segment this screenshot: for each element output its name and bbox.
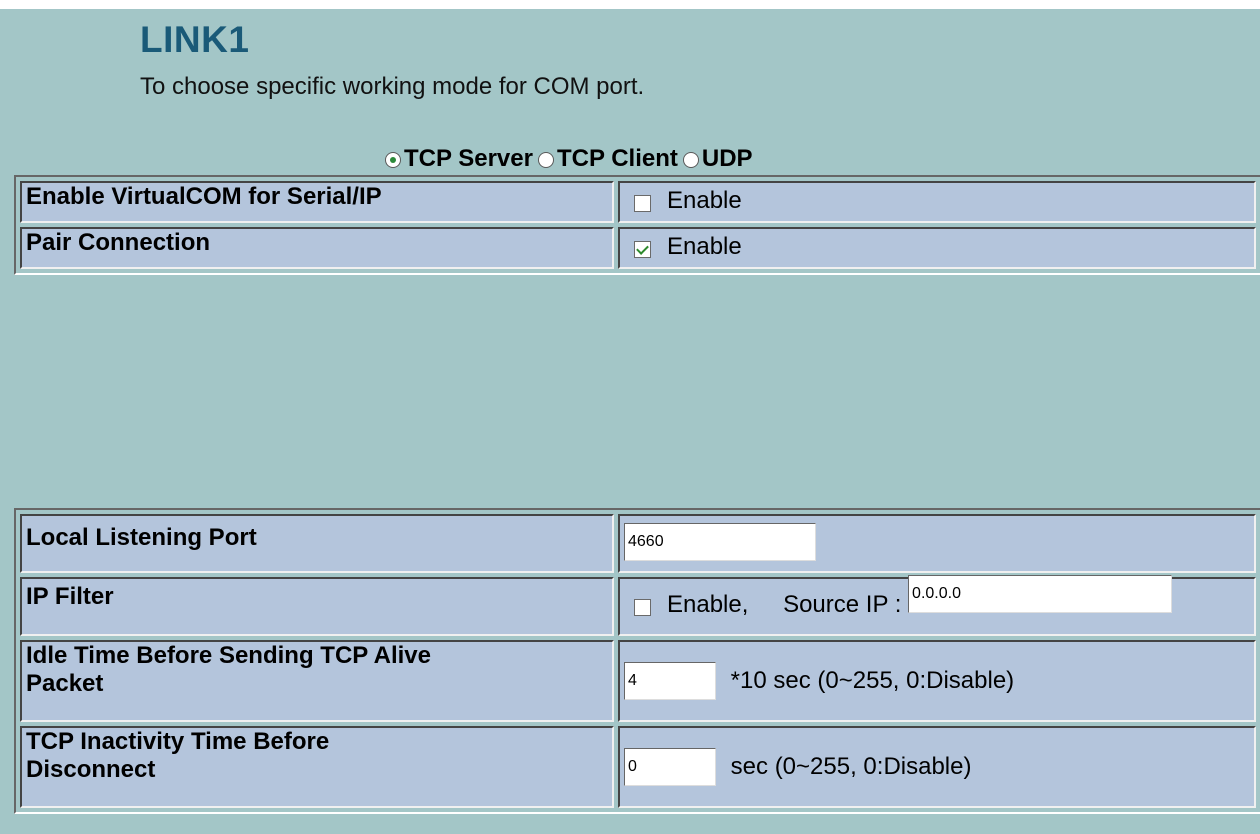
radio-tcp-client[interactable] — [537, 152, 554, 168]
ip-filter-checkbox[interactable] — [634, 599, 651, 617]
page-title: LINK1 — [140, 19, 250, 60]
table-row: Local Listening Port 4660 — [20, 514, 1256, 573]
ip-filter-checkbox-label: Enable, — [667, 591, 749, 619]
inactivity-label: TCP Inactivity Time Before Disconnect — [20, 726, 614, 808]
idle-time-input[interactable]: 4 — [624, 662, 716, 700]
pair-connection-cell: Enable — [618, 227, 1256, 269]
table-row: Idle Time Before Sending TCP Alive Packe… — [20, 640, 1256, 722]
pair-connection-label: Pair Connection — [20, 227, 614, 269]
virtualcom-label: Enable VirtualCOM for Serial/IP — [20, 181, 614, 223]
idle-time-cell: 4 *10 sec (0~255, 0:Disable) — [618, 640, 1256, 722]
virtualcom-checkbox[interactable] — [634, 195, 651, 212]
pair-connection-checkbox-label: Enable — [667, 233, 742, 260]
inactivity-input[interactable]: 0 — [624, 748, 716, 786]
idle-time-unit: *10 sec (0~255, 0:Disable) — [730, 667, 1015, 694]
local-port-input[interactable]: 4660 — [624, 523, 816, 561]
local-port-cell: 4660 — [618, 514, 1256, 573]
pair-connection-checkbox[interactable] — [634, 241, 651, 258]
inactivity-cell: 0 sec (0~255, 0:Disable) — [618, 726, 1256, 808]
table-row: IP Filter Enable, Source IP : 0.0.0.0 — [20, 575, 1256, 636]
settings-table-bottom: Local Listening Port 4660 IP Filter Enab… — [14, 508, 1260, 814]
inactivity-unit: sec (0~255, 0:Disable) — [730, 753, 972, 780]
idle-time-label: Idle Time Before Sending TCP Alive Packe… — [20, 640, 614, 722]
virtualcom-checkbox-label: Enable — [667, 187, 742, 214]
radio-tcp-server[interactable] — [385, 152, 401, 168]
source-ip-input[interactable]: 0.0.0.0 — [908, 575, 1173, 613]
virtualcom-cell: Enable — [618, 181, 1256, 223]
ip-filter-cell: Enable, Source IP : 0.0.0.0 — [618, 575, 1256, 636]
radio-tcp-client-label[interactable]: TCP Client — [557, 145, 678, 173]
source-ip-label: Source IP : — [783, 591, 902, 619]
radio-udp-label[interactable]: UDP — [702, 145, 753, 173]
page-subtitle: To choose specific working mode for COM … — [140, 73, 645, 100]
radio-tcp-server-label[interactable]: TCP Server — [404, 145, 533, 173]
page: LINK1 To choose specific working mode fo… — [0, 0, 1260, 834]
radio-udp[interactable] — [682, 152, 699, 168]
table-row: Enable VirtualCOM for Serial/IP Enable — [20, 181, 1256, 223]
ip-filter-label: IP Filter — [20, 577, 614, 636]
table-row: Pair Connection Enable — [20, 227, 1256, 269]
table-row: TCP Inactivity Time Before Disconnect 0 … — [20, 726, 1256, 808]
local-port-label: Local Listening Port — [20, 514, 614, 573]
mode-radio-group: TCP Server TCP Client UDP — [380, 145, 753, 173]
settings-table-top: Enable VirtualCOM for Serial/IP Enable P… — [14, 175, 1260, 275]
